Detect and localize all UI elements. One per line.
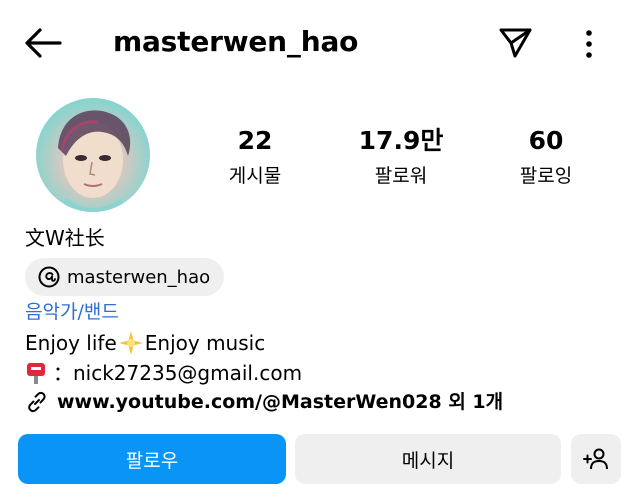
paper-plane-icon[interactable]: [497, 25, 533, 61]
sparkle-star-icon: [118, 330, 144, 356]
add-person-icon: [582, 447, 610, 471]
threads-handle: masterwen_hao: [67, 266, 211, 288]
profile-link[interactable]: www.youtube.com/@MasterWen028 외 1개: [25, 388, 503, 416]
postbox-icon: [25, 361, 47, 385]
profile-link-text: www.youtube.com/@MasterWen028 외 1개: [57, 391, 504, 413]
stat-followers-value: 17.9만: [358, 126, 444, 155]
bio-text-life: Enjoy life: [25, 331, 117, 355]
add-person-button[interactable]: [571, 434, 621, 484]
bio-text-music: Enjoy music: [144, 331, 266, 355]
bio-line-2: ：nick27235@gmail.com: [25, 359, 302, 387]
profile-username: masterwen_hao: [113, 25, 359, 58]
follow-button[interactable]: 팔로우: [18, 434, 286, 484]
stat-followers-label: 팔로워: [374, 165, 428, 187]
back-icon[interactable]: [24, 27, 62, 59]
stat-posts[interactable]: 22 게시물: [185, 126, 325, 190]
bio-line-1: Enjoy life Enjoy music: [25, 329, 265, 357]
threads-icon: [37, 265, 61, 289]
more-vertical-icon[interactable]: [582, 28, 596, 60]
display-name: 文W社长: [25, 226, 105, 250]
stat-following[interactable]: 60 팔로잉: [476, 126, 616, 190]
link-icon: [25, 390, 49, 414]
bio-email: ：nick27235@gmail.com: [53, 361, 303, 385]
profile-category[interactable]: 음악가/밴드: [25, 298, 119, 326]
stat-following-label: 팔로잉: [519, 165, 573, 187]
stat-following-value: 60: [528, 126, 564, 155]
stat-followers[interactable]: 17.9만 팔로워: [331, 126, 471, 190]
stat-posts-value: 22: [237, 126, 273, 155]
profile-avatar[interactable]: [36, 98, 150, 212]
stat-posts-label: 게시물: [228, 165, 282, 187]
message-button[interactable]: 메시지: [295, 434, 561, 484]
threads-badge[interactable]: masterwen_hao: [25, 258, 225, 296]
